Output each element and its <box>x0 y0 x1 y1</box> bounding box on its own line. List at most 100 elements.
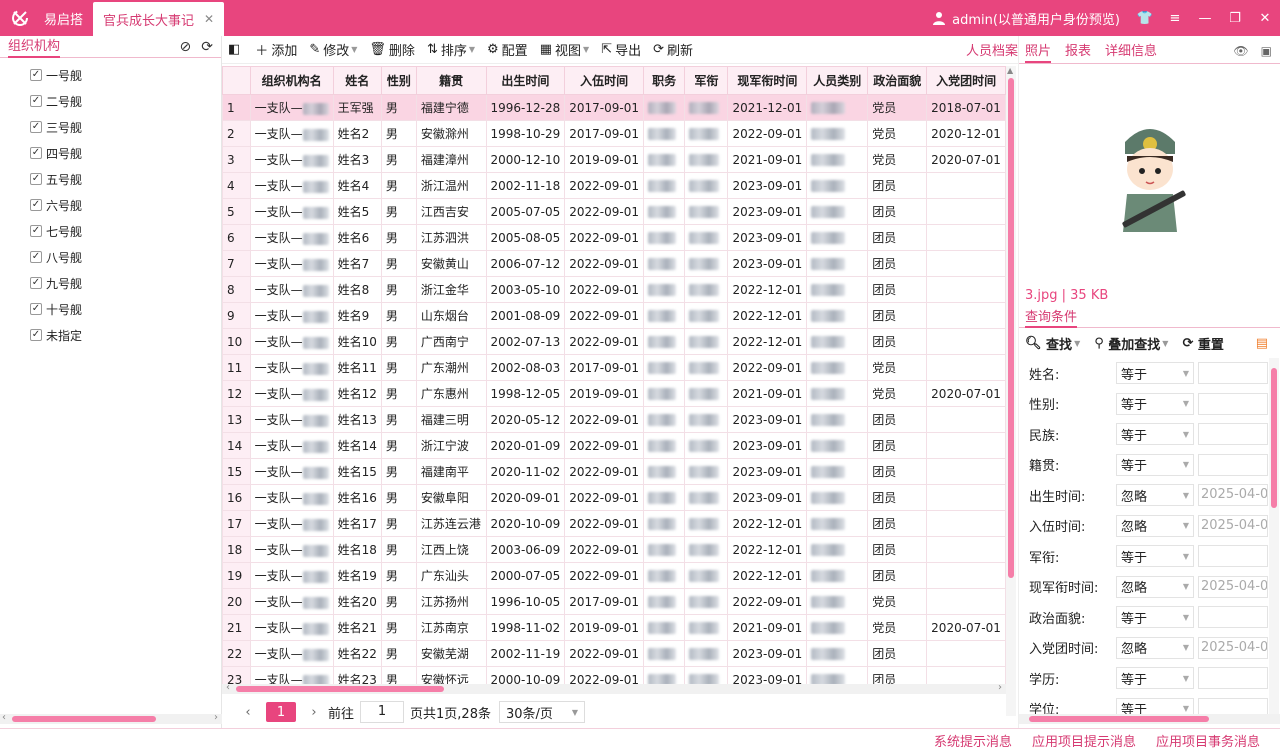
query-value-input[interactable]: 2025-04-0 <box>1198 484 1268 507</box>
query-value-input[interactable] <box>1198 392 1268 415</box>
grid-vscroll[interactable]: ▲ <box>1006 66 1016 716</box>
query-operator-select[interactable]: 忽略 ▼ <box>1116 484 1194 507</box>
current-page-button[interactable]: 1 <box>266 702 296 722</box>
checkbox[interactable]: ✓ <box>30 147 42 159</box>
edit-button[interactable]: ✎ 修改 ▼ <box>309 40 357 59</box>
query-value-input[interactable] <box>1198 362 1268 385</box>
tree-item[interactable]: ✓ 一号舰 <box>0 62 221 88</box>
checkbox[interactable]: ✓ <box>30 303 42 315</box>
table-row[interactable]: 3 一支队— 姓名3 男福建漳州 2000-12-10 2019-09-01 2021-09… <box>222 146 1006 173</box>
table-row[interactable]: 7 一支队— 姓名7 男安徽黄山 2006-07-12 2022-09-01 2023-09… <box>222 250 1006 277</box>
tree-item[interactable]: ✓ 八号舰 <box>0 244 221 270</box>
query-operator-select[interactable]: 等于 ▼ <box>1116 423 1194 446</box>
query-operator-select[interactable]: 忽略 ▼ <box>1116 636 1194 659</box>
query-value-input[interactable]: 2025-04-0 <box>1198 514 1268 537</box>
personnel-archive-button[interactable]: 人员档案 <box>966 40 1018 59</box>
config-button[interactable]: ⚙ 配置 <box>487 40 528 59</box>
table-row[interactable]: 16 一支队— 姓名16 男安徽阜阳 2020-09-01 2022-09-01 2023-… <box>222 484 1006 511</box>
tree-item[interactable]: ✓ 十号舰 <box>0 296 221 322</box>
eye-icon[interactable]: 👁 <box>1233 44 1248 58</box>
app-name-tab[interactable]: 易启搭 <box>34 0 93 36</box>
column-header[interactable]: 入伍时间 <box>564 66 645 95</box>
detail-tab[interactable]: 详细信息 <box>1105 41 1157 63</box>
delete-button[interactable]: 🗑 删除 <box>369 40 415 59</box>
column-header[interactable]: 人员类别 <box>806 66 869 95</box>
query-value-input[interactable] <box>1198 667 1268 690</box>
status-message-link[interactable]: 应用项目提示消息 <box>1032 731 1136 750</box>
checkbox[interactable]: ✓ <box>30 69 42 81</box>
status-message-link[interactable]: 系统提示消息 <box>934 731 1012 750</box>
query-operator-select[interactable]: 等于 ▼ <box>1116 667 1194 690</box>
column-header[interactable]: 姓名 <box>332 66 382 95</box>
query-value-input[interactable] <box>1198 545 1268 568</box>
column-header[interactable]: 籍贯 <box>415 66 487 95</box>
add-button[interactable]: ＋添加 <box>255 40 297 59</box>
query-hscroll[interactable] <box>1019 714 1280 724</box>
column-header[interactable]: 性别 <box>380 66 417 95</box>
status-message-link[interactable]: 应用项目事务消息 <box>1156 731 1260 750</box>
table-row[interactable]: 4 一支队— 姓名4 男浙江温州 2002-11-18 2022-09-01 2023-09… <box>222 172 1006 199</box>
checkbox[interactable]: ✓ <box>30 329 42 341</box>
column-header[interactable]: 出生时间 <box>485 66 566 95</box>
tab-growth-events[interactable]: 官兵成长大事记 ✕ <box>93 2 225 36</box>
minimize-icon[interactable]: — <box>1190 11 1220 26</box>
table-row[interactable]: 19 一支队— 姓名19 男广东汕头 2000-07-05 2022-09-01 2022-… <box>222 562 1006 589</box>
query-operator-select[interactable]: 等于 ▼ <box>1116 453 1194 476</box>
menu-icon[interactable]: ≡ <box>1160 11 1190 26</box>
query-operator-select[interactable]: 等于 ▼ <box>1116 545 1194 568</box>
query-value-input[interactable]: 2025-04-0 <box>1198 636 1268 659</box>
find-button[interactable]: 🔍︎ 查找 ▼ <box>1025 334 1080 353</box>
query-operator-select[interactable]: 忽略 ▼ <box>1116 514 1194 537</box>
restore-icon[interactable]: ❐ <box>1220 11 1250 26</box>
table-row[interactable]: 1 一支队— 王军强男福建宁德 1996-12-28 2017-09-01 2021-12… <box>222 94 1006 121</box>
table-row[interactable]: 18 一支队— 姓名18 男江西上饶 2003-06-09 2022-09-01 2022-… <box>222 536 1006 563</box>
table-row[interactable]: 9 一支队— 姓名9 男山东烟台 2001-08-09 2022-09-01 2022-12… <box>222 302 1006 329</box>
goto-page-input[interactable]: 1 <box>360 701 405 723</box>
checkbox[interactable]: ✓ <box>30 95 42 107</box>
tree-item[interactable]: ✓ 二号舰 <box>0 88 221 114</box>
tree-item[interactable]: ✓ 六号舰 <box>0 192 221 218</box>
skin-icon[interactable]: 👕 <box>1130 11 1160 26</box>
tree-hscroll[interactable]: ‹ › <box>0 712 222 724</box>
table-row[interactable]: 6 一支队— 姓名6 男江苏泗洪 2005-08-05 2022-09-01 2023-09… <box>222 224 1006 251</box>
tree-item[interactable]: ✓ 五号舰 <box>0 166 221 192</box>
close-tab-icon[interactable]: ✕ <box>204 12 214 26</box>
reset-button[interactable]: ⟳ 重置 <box>1182 334 1223 353</box>
column-header[interactable]: 职务 <box>643 66 686 95</box>
tree-item[interactable]: ✓ 七号舰 <box>0 218 221 244</box>
sort-button[interactable]: ⇅ 排序 ▼ <box>427 40 475 59</box>
checkbox[interactable]: ✓ <box>30 277 42 289</box>
table-row[interactable]: 5 一支队— 姓名5 男江西吉安 2005-07-05 2022-09-01 2023-09… <box>222 198 1006 225</box>
column-header[interactable]: 军衔 <box>684 66 729 95</box>
table-row[interactable]: 12 一支队— 姓名12 男广东惠州 1998-12-05 2019-09-01 2021-… <box>222 380 1006 407</box>
checkbox[interactable]: ✓ <box>30 173 42 185</box>
column-header[interactable]: 现军衔时间 <box>727 66 808 95</box>
query-operator-select[interactable]: 等于 ▼ <box>1116 392 1194 415</box>
close-window-icon[interactable]: ✕ <box>1250 11 1280 26</box>
column-header[interactable]: 组织机构名 <box>249 66 334 95</box>
query-value-input[interactable]: 2025-04-0 <box>1198 575 1268 598</box>
page-size-select[interactable]: 30条/页 ▼ <box>498 701 585 723</box>
check-all-icon[interactable]: ⊘ <box>180 39 192 55</box>
table-row[interactable]: 15 一支队— 姓名15 男福建南平 2020-11-02 2022-09-01 2023-… <box>222 458 1006 485</box>
detail-tab[interactable]: 报表 <box>1065 41 1091 63</box>
query-operator-select[interactable]: 忽略 ▼ <box>1116 575 1194 598</box>
view-button[interactable]: ▦ 视图 ▼ <box>540 40 589 59</box>
tree-item[interactable]: ✓ 四号舰 <box>0 140 221 166</box>
table-row[interactable]: 22 一支队— 姓名22 男安徽芜湖 2002-11-19 2022-09-01 2023-… <box>222 640 1006 667</box>
query-value-input[interactable] <box>1198 423 1268 446</box>
column-header[interactable]: 政治面貌 <box>867 66 928 95</box>
query-value-input[interactable] <box>1198 606 1268 629</box>
table-row[interactable]: 13 一支队— 姓名13 男福建三明 2020-05-12 2022-09-01 2023-… <box>222 406 1006 433</box>
refresh-button[interactable]: ⟳ 刷新 <box>653 40 693 59</box>
query-operator-select[interactable]: 等于 ▼ <box>1116 362 1194 385</box>
save-icon[interactable]: ▣ <box>1261 44 1272 58</box>
table-row[interactable]: 10 一支队— 姓名10 男广西南宁 2002-07-13 2022-09-01 2022-… <box>222 328 1006 355</box>
table-row[interactable]: 20 一支队— 姓名20 男江苏扬州 1996-10-05 2017-09-01 2022-… <box>222 588 1006 615</box>
tree-item[interactable]: ✓ 三号舰 <box>0 114 221 140</box>
stack-find-button[interactable]: ⚲ 叠加查找 ▼ <box>1094 334 1168 353</box>
table-row[interactable]: 21 一支队— 姓名21 男江苏南京 1998-11-02 2019-09-01 2021-… <box>222 614 1006 641</box>
detail-tab[interactable]: 照片 <box>1025 41 1052 63</box>
prev-page-icon[interactable]: ‹ <box>234 705 262 720</box>
table-row[interactable]: 11 一支队— 姓名11 男广东潮州 2002-08-03 2017-09-01 2022-… <box>222 354 1006 381</box>
